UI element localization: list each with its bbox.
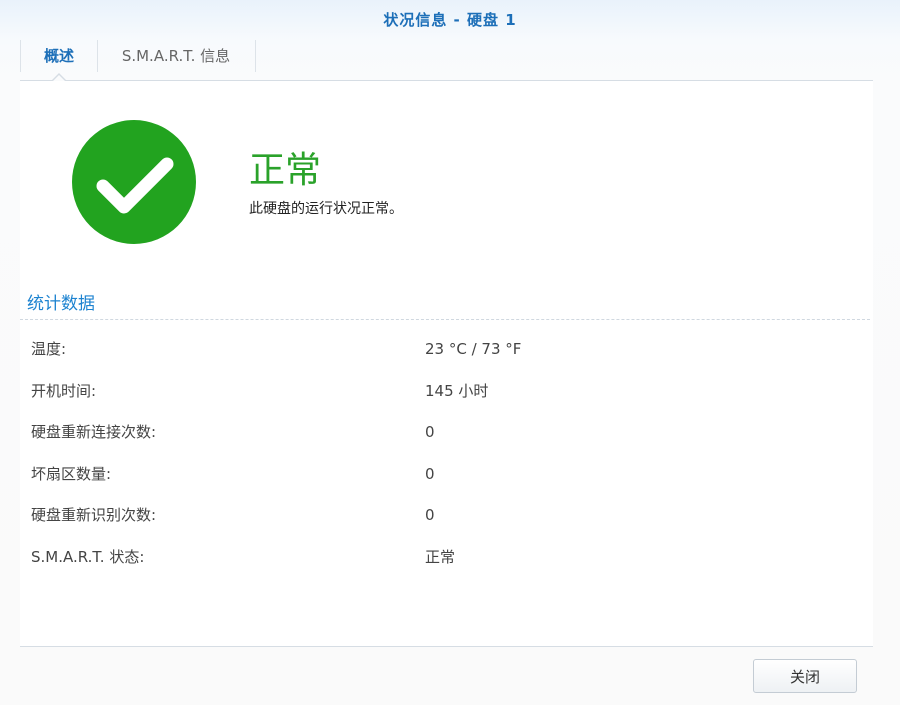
health-info-dialog: 状况信息 - 硬盘 1 概述 S.M.A.R.T. 信息 正常 此硬盘的运行状况…: [0, 0, 900, 705]
statistics-section-title: 统计数据: [27, 294, 95, 314]
stat-value: 0: [425, 464, 435, 483]
statistics-list: 温度: 23 °C / 73 °F 开机时间: 145 小时 硬盘重新连接次数:…: [20, 329, 873, 578]
stat-row-power-on-time: 开机时间: 145 小时: [20, 371, 873, 413]
dialog-title: 状况信息 - 硬盘 1: [383, 11, 517, 29]
stat-row-reconnect-count: 硬盘重新连接次数: 0: [20, 412, 873, 454]
stat-label: 坏扇区数量:: [31, 464, 112, 483]
stat-row-temperature: 温度: 23 °C / 73 °F: [20, 329, 873, 371]
close-button[interactable]: 关闭: [753, 659, 857, 693]
status-title: 正常: [249, 150, 322, 191]
overview-panel: 正常 此硬盘的运行状况正常。 统计数据 温度: 23 °C / 73 °F 开机…: [20, 81, 873, 646]
tab-overview-label: 概述: [43, 47, 74, 65]
tab-smart-info[interactable]: S.M.A.R.T. 信息: [97, 40, 256, 72]
section-divider: [20, 319, 870, 320]
stat-label: 温度:: [31, 340, 67, 358]
tab-smart-info-label: S.M.A.R.T. 信息: [121, 47, 231, 65]
stat-value: 0: [425, 506, 435, 524]
stat-row-bad-sector-count: 坏扇区数量: 0: [20, 454, 873, 496]
stat-value: 145 小时: [425, 381, 489, 400]
stat-value: 正常: [425, 547, 456, 566]
stat-row-smart-status: S.M.A.R.T. 状态: 正常: [20, 537, 873, 579]
stat-label: 硬盘重新识别次数:: [31, 506, 157, 524]
stat-label: 硬盘重新连接次数:: [31, 423, 157, 441]
tab-bar: 概述 S.M.A.R.T. 信息: [20, 40, 873, 81]
stat-row-reidentify-count: 硬盘重新识别次数: 0: [20, 495, 873, 537]
stat-value: 0: [425, 423, 435, 441]
stat-label: 开机时间:: [31, 381, 97, 400]
stat-value: 23 °C / 73 °F: [425, 340, 522, 358]
stat-label: S.M.A.R.T. 状态:: [31, 547, 145, 566]
title-bar[interactable]: 状况信息 - 硬盘 1: [0, 0, 900, 40]
status-description: 此硬盘的运行状况正常。: [249, 201, 403, 217]
checkmark-circle-icon: [72, 120, 196, 244]
footer-divider: [20, 646, 873, 647]
tab-overview[interactable]: 概述: [20, 40, 98, 81]
